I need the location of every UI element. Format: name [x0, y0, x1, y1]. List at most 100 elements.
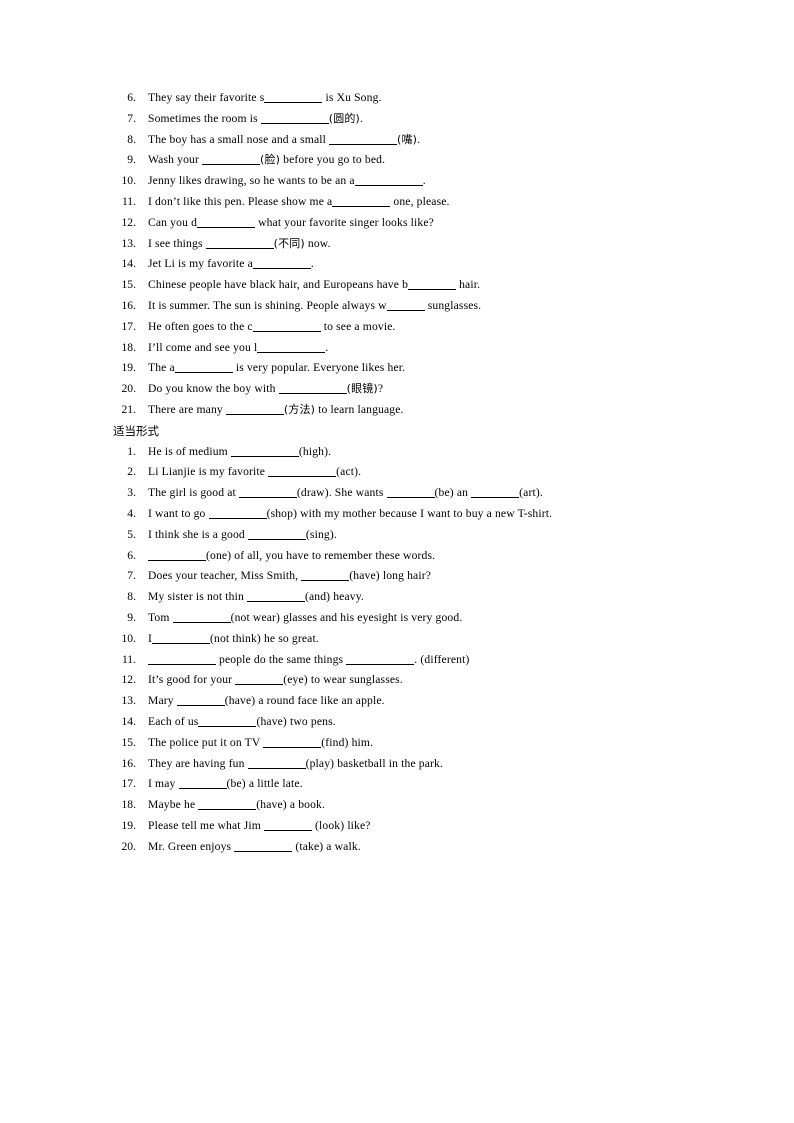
answer-blank[interactable] [332, 196, 391, 207]
sentence-fragment: There are many [148, 402, 226, 416]
sentence-fragment: Each of us [148, 714, 199, 728]
answer-blank[interactable] [329, 134, 398, 145]
sentence-fragment: My sister is not thin [148, 590, 247, 604]
answer-blank[interactable] [264, 92, 323, 103]
answer-blank[interactable] [230, 446, 299, 457]
answer-blank[interactable] [208, 508, 267, 519]
answer-blank[interactable] [198, 716, 257, 727]
answer-blank[interactable] [202, 154, 261, 166]
answer-blank[interactable] [174, 362, 233, 374]
answer-blank[interactable] [197, 217, 256, 228]
answer-blank[interactable] [148, 550, 206, 561]
exercise-item-text: Chinese people have black hair, and Euro… [148, 278, 480, 291]
chinese-hint: (脸) [260, 153, 281, 167]
exercise-item-number: 10. [121, 174, 137, 188]
exercise-item-text: I don’t like this pen. Please show me a … [148, 195, 450, 208]
exercise-item-text: Mr. Green enjoys (take) a walk. [148, 840, 361, 853]
sentence-fragment: (one) of all, you have to remember these… [206, 548, 436, 562]
sentence-fragment: (have) a round face like an apple. [224, 694, 385, 708]
document-body: 6. They say their favorite s is Xu Song. 7… [113, 88, 698, 857]
answer-blank[interactable] [247, 758, 306, 769]
sentence-fragment: people do the same things [216, 652, 347, 666]
exercise-item-number: 9. [127, 610, 136, 624]
answer-blank[interactable] [263, 820, 312, 831]
exercise-item-text: I (not think) he so great. [148, 632, 319, 645]
answer-blank[interactable] [205, 238, 274, 249]
exercise-item-text: Mary (have) a round face like an apple. [148, 694, 385, 707]
exercise-item-number: 13. [121, 694, 137, 708]
exercise-item: 16. It is summer. The sun is shining. Peo… [113, 296, 698, 317]
sentence-fragment: It is summer. The sun is shining. People… [148, 298, 387, 312]
sentence-fragment: (act). [336, 465, 362, 479]
exercise-item: 11. I don’t like this pen. Please show me… [113, 192, 698, 213]
sentence-fragment: Please tell me what Jim [148, 818, 264, 832]
exercise-item-text: They are having fun (play) basketball in… [148, 757, 443, 770]
answer-blank[interactable] [257, 342, 326, 353]
exercise-item-number: 12. [121, 215, 137, 229]
answer-blank[interactable] [152, 633, 211, 644]
exercise-item: 5. I think she is a good (sing). [113, 525, 698, 546]
sentence-fragment: The a [148, 361, 175, 375]
exercise-item-text: Maybe he (have) a book. [148, 798, 325, 811]
exercise-item-text: My sister is not thin (and) heavy. [148, 590, 364, 603]
sentence-fragment: to see a movie. [320, 319, 396, 333]
exercise-item-number: 10. [121, 631, 137, 645]
sentence-fragment: (play) basketball in the park. [305, 756, 444, 770]
exercise-list-word-form: 6. They say their favorite s is Xu Song. 7… [113, 88, 698, 421]
answer-blank[interactable] [234, 841, 293, 852]
sentence-fragment: Can you d [148, 215, 198, 229]
sentence-fragment: It’s good for your [148, 673, 236, 687]
sentence-fragment: Li Lianjie is my favorite [148, 465, 269, 479]
exercise-item: 16. They are having fun (play) basketball… [113, 754, 698, 775]
sentence-fragment: . [325, 340, 329, 354]
exercise-item-text: There are many (方法) to learn language. [148, 403, 404, 416]
answer-blank[interactable] [198, 799, 257, 811]
sentence-fragment: Jenny likes drawing, so he wants to be a… [148, 174, 355, 188]
exercise-item-number: 11. [121, 652, 136, 666]
sentence-fragment: (art). [519, 486, 543, 500]
answer-blank[interactable] [278, 383, 347, 395]
exercise-list-proper-form: 1. He is of medium (high). 2. Li Lianjie is… [113, 442, 698, 858]
answer-blank[interactable] [176, 695, 225, 707]
answer-blank[interactable] [252, 258, 311, 270]
sentence-fragment: Jet Li is my favorite a [148, 257, 253, 271]
exercise-item: 8. The boy has a small nose and a small (… [113, 130, 698, 151]
answer-blank[interactable] [268, 466, 337, 478]
answer-blank[interactable] [471, 487, 520, 499]
answer-blank[interactable] [238, 487, 297, 499]
exercise-item: 4. I want to go (shop) with my mother bec… [113, 504, 698, 525]
answer-blank[interactable] [252, 321, 321, 332]
exercise-item-number: 4. [127, 506, 136, 520]
exercise-item-number: 18. [121, 798, 137, 812]
answer-blank[interactable] [386, 300, 425, 311]
sentence-fragment: (be) an [434, 486, 472, 500]
answer-blank[interactable] [172, 612, 231, 623]
answer-blank[interactable] [386, 487, 435, 499]
answer-blank[interactable] [247, 529, 306, 540]
answer-blank[interactable] [178, 778, 227, 790]
answer-blank[interactable] [225, 404, 284, 415]
answer-blank[interactable] [354, 175, 423, 187]
sentence-fragment: The police put it on TV [148, 735, 264, 749]
answer-blank[interactable] [246, 591, 305, 603]
sentence-fragment: I don’t like this pen. Please show me a [148, 194, 333, 208]
answer-blank[interactable] [408, 279, 457, 291]
answer-blank[interactable] [148, 654, 216, 665]
exercise-item: 10. I (not think) he so great. [113, 629, 698, 650]
answer-blank[interactable] [346, 654, 415, 665]
exercise-item-number: 20. [121, 839, 137, 853]
exercise-item-number: 5. [127, 527, 136, 541]
exercise-item: 20. Do you know the boy with (眼镜)? [113, 379, 698, 400]
answer-blank[interactable] [235, 674, 284, 686]
answer-blank[interactable] [301, 570, 350, 582]
sentence-fragment: . [310, 257, 314, 271]
exercise-item: 15. The police put it on TV (find) him. [113, 733, 698, 754]
sentence-fragment: Do you know the boy with [148, 382, 279, 396]
answer-blank[interactable] [260, 113, 329, 124]
exercise-item-text: people do the same things . (different) [148, 653, 469, 666]
exercise-item: 18. Maybe he (have) a book. [113, 795, 698, 816]
exercise-item-text: The a is very popular. Everyone likes he… [148, 361, 405, 374]
answer-blank[interactable] [263, 737, 322, 748]
chinese-hint: (方法) [283, 402, 316, 416]
sentence-fragment: I think she is a good [148, 527, 248, 541]
